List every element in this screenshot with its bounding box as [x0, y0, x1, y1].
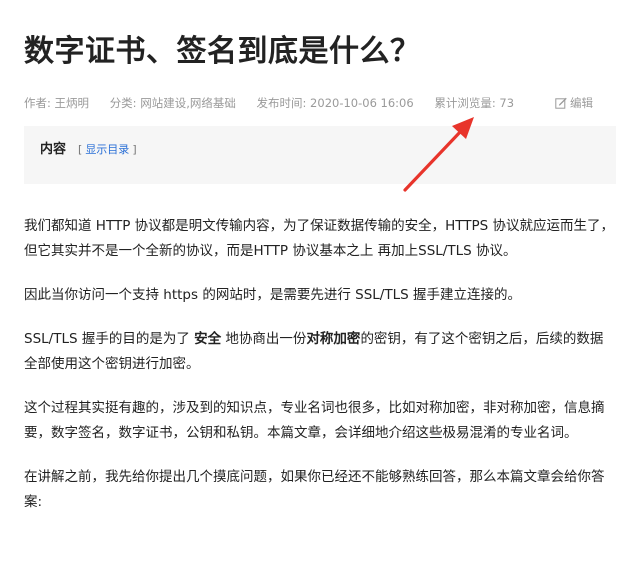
show-toc-link[interactable]: 显示目录 [85, 143, 129, 156]
paragraph-1: 我们都知道 HTTP 协议都是明文传输内容，为了保证数据传输的安全，HTTPS … [24, 218, 615, 259]
article-title: 数字证书、签名到底是什么？ [24, 34, 421, 69]
edit-link[interactable]: 编辑 [555, 94, 593, 112]
article-meta: 作者: 王炳明 分类: 网站建设,网络基础 发布时间: 2020-10-06 1… [24, 94, 616, 112]
bold-term-symmetric: 对称加密 [306, 331, 361, 347]
paragraph-3: SSL/TLS 握手的目的是为了 安全 地协商出一份对称加密的密钥，有了这个密钥… [24, 327, 616, 377]
paragraph-2: 因此当你访问一个支持 https 的网站时，是需要先进行 SSL/TLS 握手建… [24, 287, 521, 303]
paragraph-3-text-a: SSL/TLS 握手的目的是为了 [24, 331, 195, 347]
meta-published: 发布时间: 2020-10-06 16:06 [256, 96, 414, 110]
table-of-contents: 内容 [显示目录] [24, 126, 616, 184]
pencil-square-icon [555, 97, 567, 109]
meta-views: 累计浏览量: 73 [434, 96, 515, 110]
toc-bracket-close: ] [132, 143, 137, 156]
paragraph-3-text-b: 地协商出一份 [221, 331, 307, 347]
bold-term-secure: 安全 [194, 331, 222, 347]
meta-category[interactable]: 分类: 网站建设,网络基础 [110, 96, 236, 110]
article: 数字证书、签名到底是什么？ 作者: 王炳明 分类: 网站建设,网络基础 发布时间… [24, 0, 616, 534]
article-body: 我们都知道 HTTP 协议都是明文传输内容，为了保证数据传输的安全，HTTPS … [24, 214, 616, 515]
meta-author[interactable]: 作者: 王炳明 [24, 96, 89, 110]
paragraph-4: 这个过程其实挺有趣的，涉及到的知识点，专业名词也很多，比如对称加密，非对称加密，… [24, 400, 605, 441]
toc-bracket-open: [ [78, 143, 83, 156]
edit-label: 编辑 [570, 96, 593, 110]
paragraph-5: 在讲解之前，我先给你提出几个摸底问题，如果你已经还不能够熟练回答，那么本篇文章会… [24, 469, 605, 510]
toc-label: 内容 [40, 142, 67, 157]
